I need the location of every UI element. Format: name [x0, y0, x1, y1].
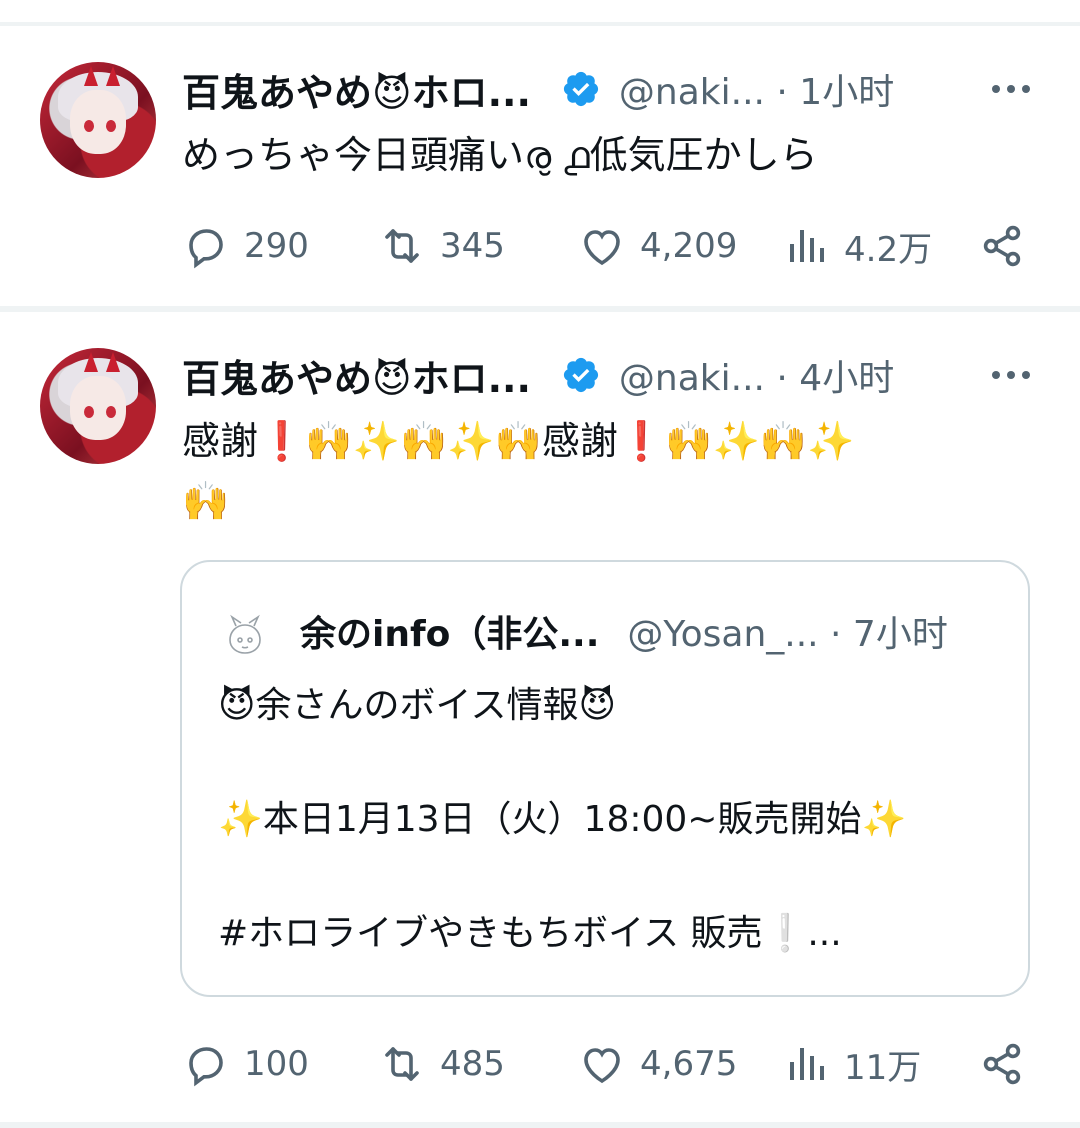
repost-icon [385, 229, 419, 263]
quote-text-line-1: 😈余さんのボイス情報😈 [218, 685, 616, 726]
handle-and-time[interactable]: @naki... · 1小时 [619, 63, 894, 115]
action-bar: 290 345 4,209 4.2万 [182, 218, 1032, 274]
tweet-text: めっちゃ今日頭痛いര̮ ൧低気圧かしら [182, 133, 818, 177]
like-count: 4,209 [640, 226, 738, 266]
avatar[interactable] [40, 348, 156, 464]
views-icon [790, 230, 824, 262]
views-icon [790, 1048, 824, 1080]
share-icon [983, 225, 1021, 267]
repost-button[interactable]: 345 [378, 218, 505, 274]
reply-icon [189, 1047, 223, 1087]
like-count: 4,675 [640, 1044, 738, 1084]
quote-header: 余のinfo（非公... @Yosan_... · 7小时 [300, 606, 948, 656]
repost-count: 485 [440, 1044, 505, 1084]
like-button[interactable]: 4,675 [578, 1036, 737, 1092]
share-icon [983, 1043, 1021, 1085]
verified-badge-icon [563, 357, 599, 393]
reply-count: 290 [244, 226, 309, 266]
reply-icon [189, 229, 223, 269]
tweet-2[interactable]: 百鬼あやめ😈ホロ... @naki... · 4小时 感謝❗️🙌✨🙌✨🙌感謝❗️… [0, 312, 1080, 1122]
more-icon[interactable] [992, 64, 1030, 114]
tweet-header: 百鬼あやめ😈ホロ... @naki... · 1小时 [182, 62, 894, 117]
like-icon [584, 230, 620, 266]
quoted-tweet[interactable]: 余のinfo（非公... @Yosan_... · 7小时 😈余さんのボイス情報… [180, 560, 1030, 997]
quote-handle-and-time[interactable]: @Yosan_... · 7小时 [627, 605, 947, 657]
views-count: 11万 [844, 1047, 922, 1088]
quote-display-name[interactable]: 余のinfo（非公... [300, 605, 599, 657]
repost-icon [385, 1047, 419, 1081]
action-bar: 100 485 4,675 11万 [182, 1036, 1032, 1092]
tweet-1[interactable]: 百鬼あやめ😈ホロ... @naki... · 1小时 めっちゃ今日頭痛いര̮ ൧… [0, 0, 1080, 300]
reply-count: 100 [244, 1044, 309, 1084]
share-button[interactable] [978, 218, 1040, 274]
tweet-header: 百鬼あやめ😈ホロ... @naki... · 4小时 [182, 348, 894, 403]
like-icon [584, 1048, 620, 1084]
display-name[interactable]: 百鬼あやめ😈ホロ... [182, 62, 531, 117]
repost-count: 345 [440, 226, 505, 266]
verified-badge-icon [563, 71, 599, 107]
quote-text-line-3: #ホロライブやきもちボイス 販売❕... [218, 913, 842, 954]
like-button[interactable]: 4,209 [578, 218, 737, 274]
reply-button[interactable]: 100 [182, 1036, 309, 1092]
repost-button[interactable]: 485 [378, 1036, 505, 1092]
display-name[interactable]: 百鬼あやめ😈ホロ... [182, 348, 531, 403]
tweet-text-line-2: 🙌 [182, 479, 230, 523]
views-button[interactable]: 4.2万 [782, 218, 932, 274]
quote-text-line-2: ✨本日1月13日（火）18:00~販売開始✨ [218, 799, 907, 840]
avatar[interactable] [40, 62, 156, 178]
views-button[interactable]: 11万 [782, 1036, 921, 1092]
handle-and-time[interactable]: @naki... · 4小时 [619, 349, 894, 401]
tweet-text-line-1: 感謝❗️🙌✨🙌✨🙌感謝❗️🙌✨🙌✨ [182, 419, 855, 463]
reply-button[interactable]: 290 [182, 218, 309, 274]
bottom-divider [0, 1122, 1080, 1128]
share-button[interactable] [978, 1036, 1040, 1092]
more-icon[interactable] [992, 350, 1030, 400]
quote-avatar[interactable] [220, 610, 270, 660]
views-count: 4.2万 [844, 229, 933, 270]
